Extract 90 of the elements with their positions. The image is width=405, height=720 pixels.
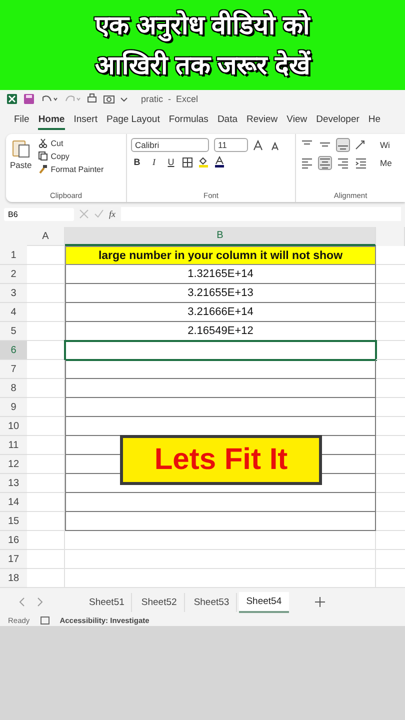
function-button[interactable]: fx	[109, 209, 116, 219]
sheet-tab[interactable]: Sheet52	[134, 592, 185, 612]
row-header[interactable]: 7	[0, 360, 27, 379]
scissors-icon	[38, 138, 48, 148]
row-header[interactable]: 16	[0, 531, 27, 550]
row-header[interactable]: 11	[0, 436, 27, 455]
ribbon-tab[interactable]: Page Layout	[106, 114, 160, 130]
row-header[interactable]: 10	[0, 417, 27, 436]
copy-button[interactable]: Copy	[38, 151, 104, 161]
wrap-text-button[interactable]: Wi	[380, 140, 390, 150]
sheet-tab[interactable]: Sheet53	[186, 592, 238, 612]
grid-cell	[27, 493, 65, 512]
grow-font-icon[interactable]	[253, 139, 265, 151]
row-header[interactable]: 9	[0, 398, 27, 417]
ribbon-tab[interactable]: Home	[38, 114, 65, 130]
ribbon-tab[interactable]: View	[286, 114, 308, 130]
copy-icon	[38, 151, 48, 161]
banner-text: आखिरी तक जरूर देखें	[95, 49, 310, 82]
row-header[interactable]: 4	[0, 303, 27, 322]
banner-text: एक अनुरोध वीडियो को	[95, 9, 310, 44]
table-cell: 2.16549E+12	[65, 322, 376, 341]
row-header[interactable]: 15	[0, 512, 27, 531]
sheet-tab[interactable]: Sheet51	[82, 592, 132, 612]
grid-cell	[27, 417, 65, 436]
camera-icon[interactable]	[103, 93, 115, 105]
ribbon-tab[interactable]: Developer	[316, 114, 360, 130]
grid-cell	[27, 550, 65, 569]
row-header[interactable]: 18	[0, 569, 27, 588]
paste-button[interactable]: Paste	[10, 138, 32, 191]
indent-icon[interactable]	[354, 156, 368, 170]
grid-cell	[27, 379, 65, 398]
row-header[interactable]: 5	[0, 322, 27, 341]
grid-cell	[27, 569, 65, 588]
bold-button[interactable]: B	[131, 157, 143, 167]
clipboard-icon	[12, 138, 30, 158]
cut-button[interactable]: Cut	[38, 138, 104, 148]
align-icon[interactable]	[336, 156, 350, 170]
macro-icon	[40, 616, 50, 624]
ribbon-tab[interactable]: Review	[246, 114, 278, 130]
print-icon[interactable]	[86, 93, 98, 105]
grid-cell	[27, 531, 65, 550]
font-name-field[interactable]: Calibri	[131, 138, 209, 152]
column-header[interactable]: B	[65, 227, 376, 246]
ribbon-tab[interactable]: File	[14, 114, 30, 130]
row-header[interactable]: 2	[0, 265, 27, 284]
font-color-icon[interactable]	[214, 156, 225, 168]
align-icon[interactable]	[300, 156, 314, 170]
table-cell: large number in your column it will not show	[65, 246, 376, 265]
italic-button[interactable]: I	[148, 157, 160, 167]
grid-cell	[27, 512, 65, 531]
grid-cell	[27, 284, 65, 303]
row-header[interactable]: 8	[0, 379, 27, 398]
ribbon-tab[interactable]: He	[368, 114, 381, 130]
grid-cell	[27, 455, 65, 474]
borders-icon[interactable]	[182, 156, 193, 168]
grid-cell	[27, 474, 65, 493]
fill-color-icon[interactable]	[198, 156, 209, 168]
format-painter-button[interactable]: Format Painter	[38, 164, 104, 174]
caption-text: Lets Fit It	[154, 443, 288, 477]
row-header[interactable]: 13	[0, 474, 27, 493]
paintbrush-icon	[38, 164, 48, 174]
row-header[interactable]: 17	[0, 550, 27, 569]
align-icon[interactable]	[336, 138, 350, 152]
align-icon[interactable]	[318, 156, 332, 170]
excel-icon	[6, 93, 18, 105]
grid-cell	[27, 265, 65, 284]
row-header[interactable]: 3	[0, 284, 27, 303]
row-header[interactable]: 12	[0, 455, 27, 474]
ribbon-tab[interactable]: Insert	[74, 114, 98, 130]
underline-button[interactable]: U	[165, 157, 177, 167]
window-title: pratic - Excel	[141, 94, 198, 104]
ribbon-tab[interactable]: Data	[217, 114, 238, 130]
sheet-tab[interactable]: Sheet54	[239, 592, 289, 612]
row-header[interactable]: 1	[0, 246, 27, 265]
name-box[interactable]: B6	[4, 208, 74, 220]
table-cell: 1.32165E+14	[65, 265, 376, 284]
grid-cell	[27, 398, 65, 417]
ribbon-tab[interactable]: Formulas	[168, 114, 208, 130]
save-icon[interactable]	[23, 93, 35, 105]
grid-cell	[27, 360, 65, 379]
table-cell: 3.21655E+13	[65, 284, 376, 303]
grid-cell	[27, 303, 65, 322]
merge-button[interactable]: Me	[380, 158, 392, 168]
row-header[interactable]: 14	[0, 493, 27, 512]
table-cell: 3.21666E+14	[65, 303, 376, 322]
grid-cell	[27, 436, 65, 455]
row-header[interactable]: 6	[0, 341, 27, 360]
font-size-field[interactable]: 11	[214, 138, 248, 152]
add-sheet-icon[interactable]	[314, 597, 325, 607]
grid-cell	[27, 322, 65, 341]
